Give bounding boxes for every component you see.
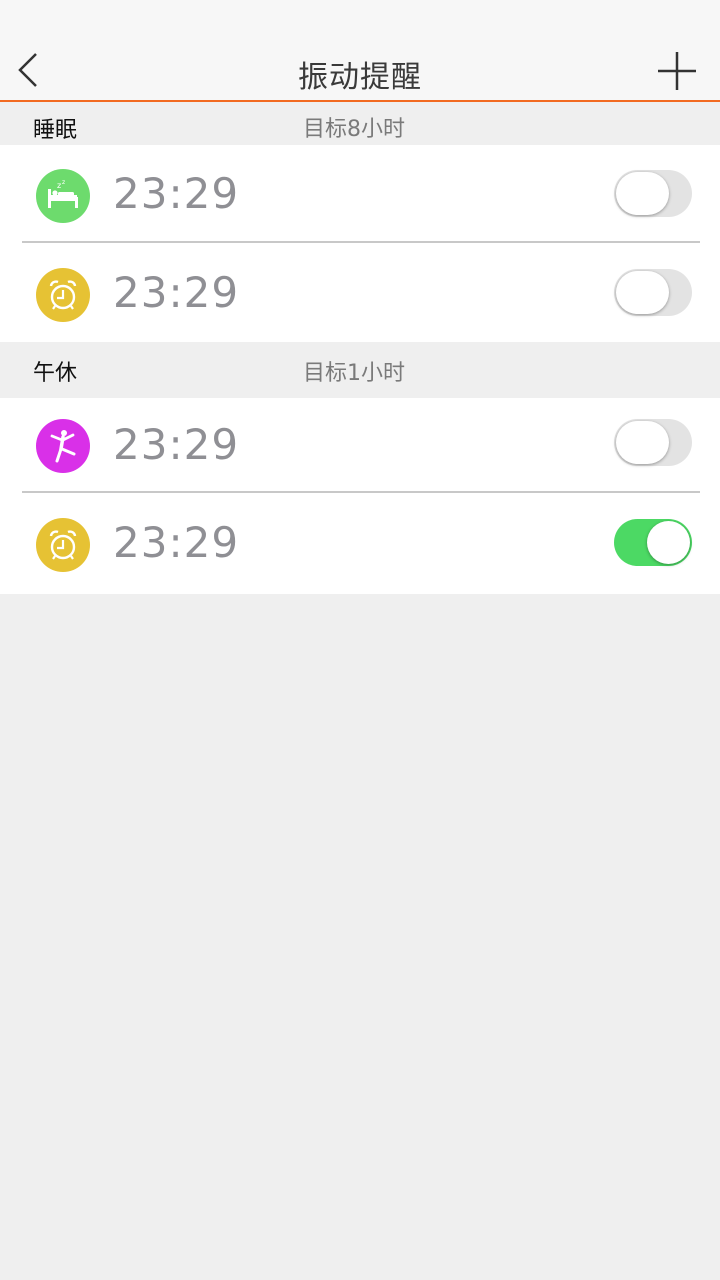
nap-reminder-list: 23:29 23:29 (0, 398, 720, 594)
alarm-clock-icon (36, 268, 90, 322)
section-title: 睡眠 (33, 118, 78, 143)
toggle-knob (616, 172, 669, 215)
alarm-clock-icon (36, 518, 90, 572)
reminder-toggle[interactable] (614, 419, 692, 466)
reminder-row[interactable]: 23:29 (0, 398, 720, 497)
page-title: 振动提醒 (298, 60, 422, 95)
reminder-time: 23:29 (113, 268, 240, 317)
reminder-toggle[interactable] (614, 170, 692, 217)
plus-icon (658, 52, 696, 90)
stretching-person-icon (36, 419, 90, 473)
section-header-sleep: 睡眠 目标8小时 (0, 102, 720, 145)
toggle-knob (647, 521, 690, 564)
row-divider (22, 491, 700, 493)
svg-text:z: z (62, 179, 65, 186)
reminder-row[interactable]: z z 23:29 (0, 145, 720, 244)
toggle-knob (616, 271, 669, 314)
reminder-time: 23:29 (113, 518, 240, 567)
section-goal: 目标1小时 (303, 361, 405, 386)
sleep-reminder-list: z z 23:29 23:29 (0, 145, 720, 342)
section-goal: 目标8小时 (303, 117, 405, 142)
svg-text:z: z (57, 181, 61, 190)
top-bar: 振动提醒 (0, 0, 720, 102)
section-title: 午休 (33, 361, 78, 386)
reminder-toggle[interactable] (614, 269, 692, 316)
reminder-row[interactable]: 23:29 (0, 494, 720, 593)
reminder-row[interactable]: 23:29 (0, 244, 720, 343)
section-header-nap: 午休 目标1小时 (0, 342, 720, 398)
reminder-time: 23:29 (113, 420, 240, 469)
reminder-toggle[interactable] (614, 519, 692, 566)
add-reminder-button[interactable] (652, 46, 702, 96)
toggle-knob (616, 421, 669, 464)
row-divider (22, 241, 700, 243)
reminder-time: 23:29 (113, 169, 240, 218)
bed-sleep-icon: z z (36, 169, 90, 223)
